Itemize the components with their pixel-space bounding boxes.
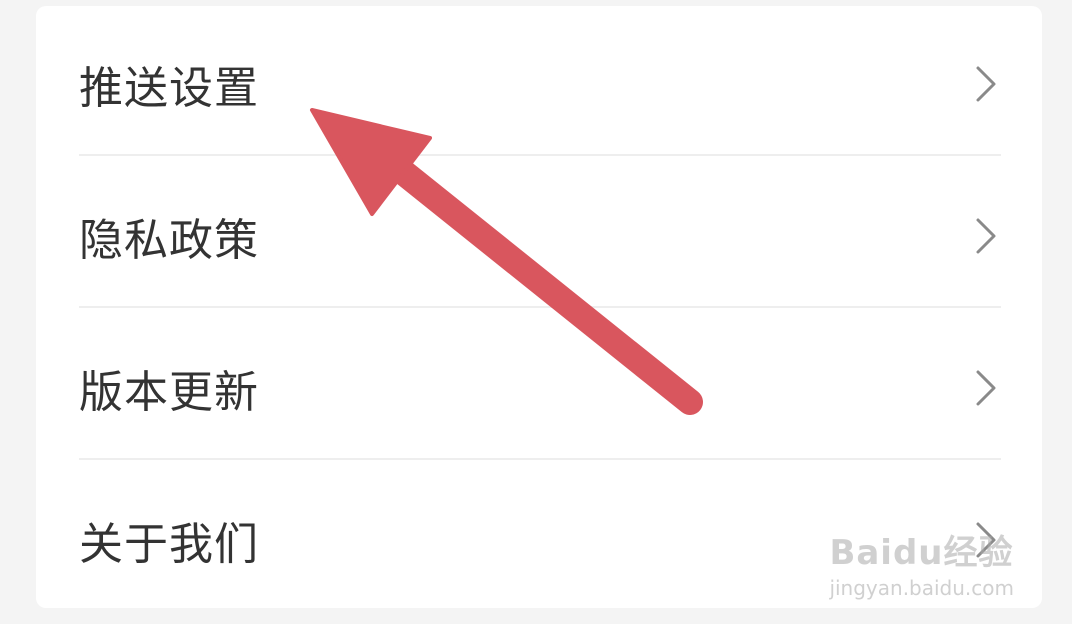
chevron-right-icon xyxy=(971,216,1001,256)
chevron-right-icon xyxy=(971,368,1001,408)
divider xyxy=(79,458,1001,460)
divider xyxy=(79,154,1001,156)
settings-item-label: 版本更新 xyxy=(79,367,259,418)
settings-page: 推送设置 隐私政策 版本更新 关于我们 Baidu经验 jingyan.baid… xyxy=(0,0,1072,624)
settings-item-label: 推送设置 xyxy=(79,63,259,114)
settings-item-label: 关于我们 xyxy=(79,519,259,570)
settings-item-privacy[interactable]: 隐私政策 xyxy=(79,160,1001,312)
settings-item-update[interactable]: 版本更新 xyxy=(79,312,1001,464)
settings-item-push[interactable]: 推送设置 xyxy=(79,8,1001,160)
settings-item-label: 隐私政策 xyxy=(79,215,259,266)
watermark-url: jingyan.baidu.com xyxy=(829,576,1014,600)
watermark-brand: Baidu经验 xyxy=(829,533,1014,573)
divider xyxy=(79,306,1001,308)
baidu-watermark: Baidu经验 jingyan.baidu.com xyxy=(829,525,1014,600)
chevron-right-icon xyxy=(971,64,1001,104)
settings-card: 推送设置 隐私政策 版本更新 关于我们 xyxy=(36,6,1042,608)
